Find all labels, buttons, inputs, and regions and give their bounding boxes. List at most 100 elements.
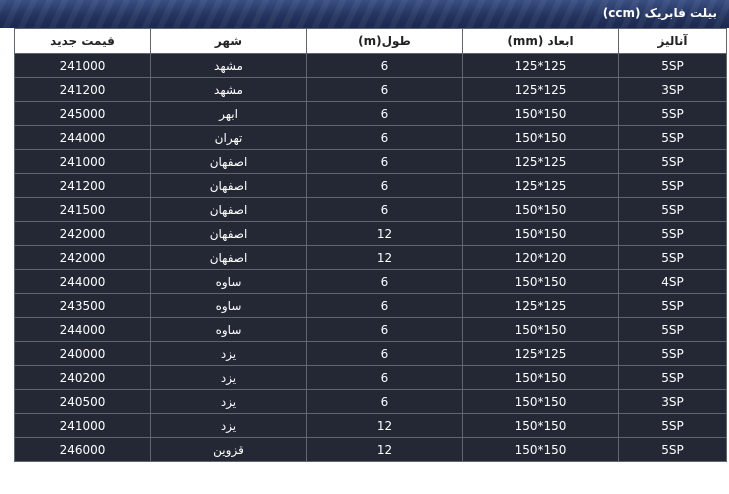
- table-row: 5SP 150*150 12 یزد 241000: [14, 413, 727, 438]
- cell-price: 242000: [14, 245, 151, 270]
- cell-analysis: 5SP: [618, 149, 727, 174]
- cell-city: ساوه: [150, 293, 307, 318]
- cell-analysis: 5SP: [618, 173, 727, 198]
- cell-length: 6: [306, 269, 463, 294]
- cell-dimensions: 150*150: [462, 365, 619, 390]
- cell-city: مشهد: [150, 53, 307, 78]
- cell-city: اصفهان: [150, 245, 307, 270]
- cell-city: تهران: [150, 125, 307, 150]
- cell-city: اصفهان: [150, 173, 307, 198]
- table-row: 4SP 150*150 6 ساوه 244000: [14, 269, 727, 294]
- cell-price: 244000: [14, 125, 151, 150]
- table-body: 5SP 125*125 6 مشهد 241000 3SP 125*125 6 مشهد 2412…: [14, 53, 727, 462]
- table-row: 5SP 150*150 6 ابهر 245000: [14, 101, 727, 126]
- table-row: 5SP 125*125 6 اصفهان 241000: [14, 149, 727, 174]
- column-header-length: طول(m): [306, 28, 463, 54]
- cell-analysis: 5SP: [618, 221, 727, 246]
- cell-city: یزد: [150, 389, 307, 414]
- cell-price: 240000: [14, 341, 151, 366]
- table-row: 5SP 125*125 6 ساوه 243500: [14, 293, 727, 318]
- column-header-city: شهر: [150, 28, 307, 54]
- table-row: 5SP 125*125 6 یزد 240000: [14, 341, 727, 366]
- table-header-row: آنالیز ابعاد (mm) طول(m) شهر قیمت جدید: [14, 28, 727, 54]
- cell-length: 6: [306, 53, 463, 78]
- cell-dimensions: 125*125: [462, 77, 619, 102]
- cell-price: 241500: [14, 197, 151, 222]
- cell-dimensions: 120*120: [462, 245, 619, 270]
- cell-analysis: 5SP: [618, 437, 727, 462]
- cell-analysis: 5SP: [618, 317, 727, 342]
- column-header-dimensions: ابعاد (mm): [462, 28, 619, 54]
- table-row: 3SP 150*150 6 یزد 240500: [14, 389, 727, 414]
- cell-city: ساوه: [150, 317, 307, 342]
- cell-price: 241000: [14, 53, 151, 78]
- cell-analysis: 5SP: [618, 341, 727, 366]
- cell-price: 241200: [14, 173, 151, 198]
- cell-price: 246000: [14, 437, 151, 462]
- table-row: 5SP 150*150 6 اصفهان 241500: [14, 197, 727, 222]
- cell-dimensions: 150*150: [462, 317, 619, 342]
- table-row: 5SP 125*125 6 مشهد 241000: [14, 53, 727, 78]
- cell-price: 241200: [14, 77, 151, 102]
- cell-dimensions: 150*150: [462, 437, 619, 462]
- cell-price: 241000: [14, 413, 151, 438]
- cell-dimensions: 125*125: [462, 173, 619, 198]
- cell-city: مشهد: [150, 77, 307, 102]
- table-row: 5SP 125*125 6 اصفهان 241200: [14, 173, 727, 198]
- cell-dimensions: 150*150: [462, 101, 619, 126]
- cell-city: یزد: [150, 413, 307, 438]
- cell-length: 6: [306, 341, 463, 366]
- cell-dimensions: 150*150: [462, 125, 619, 150]
- table-row: 5SP 150*150 6 تهران 244000: [14, 125, 727, 150]
- cell-length: 6: [306, 365, 463, 390]
- cell-analysis: 5SP: [618, 245, 727, 270]
- cell-length: 6: [306, 77, 463, 102]
- cell-analysis: 4SP: [618, 269, 727, 294]
- price-table: آنالیز ابعاد (mm) طول(m) شهر قیمت جدید 5…: [14, 28, 727, 462]
- cell-analysis: 3SP: [618, 389, 727, 414]
- cell-dimensions: 150*150: [462, 269, 619, 294]
- cell-length: 12: [306, 437, 463, 462]
- cell-price: 242000: [14, 221, 151, 246]
- cell-dimensions: 150*150: [462, 197, 619, 222]
- cell-dimensions: 125*125: [462, 293, 619, 318]
- cell-analysis: 5SP: [618, 197, 727, 222]
- cell-analysis: 5SP: [618, 365, 727, 390]
- column-header-price: قیمت جدید: [14, 28, 151, 54]
- table-row: 5SP 150*150 6 یزد 240200: [14, 365, 727, 390]
- cell-price: 243500: [14, 293, 151, 318]
- cell-city: ساوه: [150, 269, 307, 294]
- table-row: 3SP 125*125 6 مشهد 241200: [14, 77, 727, 102]
- table-row: 5SP 150*150 12 اصفهان 242000: [14, 221, 727, 246]
- cell-length: 6: [306, 173, 463, 198]
- cell-length: 6: [306, 293, 463, 318]
- cell-price: 244000: [14, 269, 151, 294]
- cell-length: 12: [306, 245, 463, 270]
- cell-analysis: 5SP: [618, 125, 727, 150]
- cell-length: 6: [306, 317, 463, 342]
- table-title: بیلت فابریک (ccm): [602, 6, 717, 20]
- cell-analysis: 5SP: [618, 53, 727, 78]
- cell-dimensions: 125*125: [462, 149, 619, 174]
- cell-dimensions: 150*150: [462, 389, 619, 414]
- cell-dimensions: 150*150: [462, 221, 619, 246]
- cell-price: 240200: [14, 365, 151, 390]
- cell-analysis: 5SP: [618, 413, 727, 438]
- cell-price: 244000: [14, 317, 151, 342]
- cell-dimensions: 150*150: [462, 413, 619, 438]
- cell-analysis: 5SP: [618, 101, 727, 126]
- cell-dimensions: 125*125: [462, 341, 619, 366]
- table-row: 5SP 120*120 12 اصفهان 242000: [14, 245, 727, 270]
- cell-analysis: 5SP: [618, 293, 727, 318]
- cell-length: 6: [306, 197, 463, 222]
- cell-length: 6: [306, 149, 463, 174]
- cell-length: 6: [306, 125, 463, 150]
- title-bar: بیلت فابریک (ccm): [0, 0, 729, 28]
- cell-price: 240500: [14, 389, 151, 414]
- cell-length: 6: [306, 389, 463, 414]
- cell-city: ابهر: [150, 101, 307, 126]
- cell-city: اصفهان: [150, 197, 307, 222]
- cell-length: 12: [306, 221, 463, 246]
- cell-city: اصفهان: [150, 221, 307, 246]
- cell-city: قزوین: [150, 437, 307, 462]
